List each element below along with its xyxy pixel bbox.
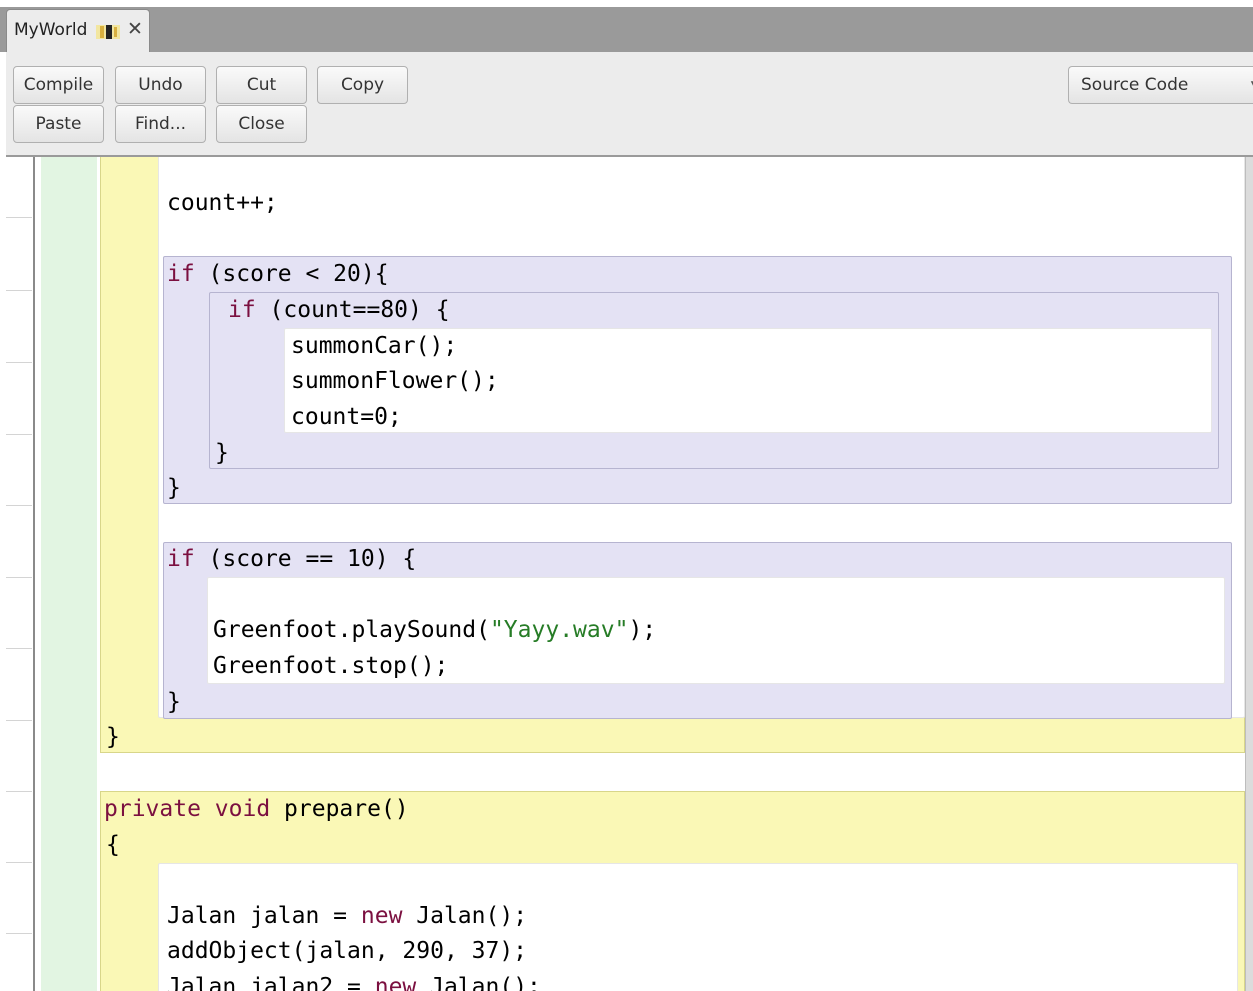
code-text: count++; <box>167 190 278 216</box>
tab-title: MyWorld <box>14 20 88 40</box>
copy-button[interactable]: Copy <box>317 66 408 104</box>
gutter-line-marker <box>6 217 32 218</box>
cut-button[interactable]: Cut <box>216 66 307 104</box>
code-line: if (score < 20){ <box>167 259 389 289</box>
keyword-token: if <box>228 297 256 323</box>
paste-button[interactable]: Paste <box>13 105 104 143</box>
vertical-scrollbar[interactable] <box>1245 157 1253 991</box>
code-line: count=0; <box>291 402 402 432</box>
compile-button[interactable]: Compile <box>13 66 104 104</box>
code-text: addObject(jalan, 290, 37); <box>167 938 528 964</box>
keyword-token: new <box>374 974 417 991</box>
code-text: Greenfoot.playSound( <box>213 617 490 643</box>
code-line: count++; <box>167 188 278 218</box>
gutter-line-marker <box>6 434 32 435</box>
undo-button[interactable]: Undo <box>115 66 206 104</box>
code-line: } <box>167 473 181 503</box>
keyword-token: if <box>167 546 195 572</box>
close-tab-icon[interactable]: ✕ <box>127 18 143 40</box>
editor-toolbar: Compile Undo Cut Copy Paste Find... Clos… <box>6 52 1253 157</box>
code-text: } <box>106 724 120 750</box>
tab-bar-top-edge <box>0 0 1253 7</box>
code-text: summonCar(); <box>291 333 458 359</box>
code-text: (score == 10) { <box>194 546 417 572</box>
gutter-line-marker <box>6 933 32 934</box>
code-text: summonFlower(); <box>291 368 499 394</box>
gutter-line-marker <box>6 577 32 578</box>
gutter-line-marker <box>6 720 32 721</box>
tab-bar: MyWorld ✕ <box>0 0 1253 52</box>
gutter-line-marker <box>6 505 32 506</box>
code-text: (score < 20){ <box>194 261 389 287</box>
find-button[interactable]: Find... <box>115 105 206 143</box>
string-token: "Yayy.wav" <box>489 617 629 643</box>
code-text: count=0; <box>291 404 402 430</box>
code-line: } <box>106 722 120 752</box>
code-line: { <box>106 830 120 860</box>
gutter-line-marker <box>6 290 32 291</box>
code-line: Jalan jalan2 = new Jalan(); <box>167 972 541 991</box>
view-mode-label: Source Code <box>1081 75 1189 95</box>
code-line: } <box>215 438 229 468</box>
class-scope-strip <box>41 157 97 991</box>
class-icon <box>96 25 120 39</box>
code-line: addObject(jalan, 290, 37); <box>167 936 527 966</box>
line-number-gutter <box>0 157 35 991</box>
code-line: if (count==80) { <box>228 295 450 325</box>
gutter-line-marker <box>6 791 32 792</box>
code-text: ); <box>628 617 657 643</box>
code-text: (count==80) { <box>255 297 450 323</box>
code-text: Jalan jalan = <box>167 903 361 929</box>
close-button[interactable]: Close <box>216 105 307 143</box>
code-line: } <box>167 687 181 717</box>
code-text: } <box>167 475 181 501</box>
code-line: summonFlower(); <box>291 366 499 396</box>
gutter-line-marker <box>6 648 32 649</box>
code-text: } <box>167 689 181 715</box>
view-mode-select[interactable]: Source Code ▼ <box>1068 66 1253 104</box>
code-line: if (score == 10) { <box>167 544 416 574</box>
code-text: } <box>215 440 229 466</box>
keyword-token: void <box>214 796 271 822</box>
code-text: Jalan(); <box>416 974 541 991</box>
gutter-line-marker <box>6 362 32 363</box>
code-text: Jalan(); <box>402 903 528 929</box>
code-line: Jalan jalan = new Jalan(); <box>167 901 527 931</box>
gutter-line-marker <box>6 862 32 863</box>
keyword-token: if <box>167 261 195 287</box>
code-text: { <box>106 832 120 858</box>
code-text: prepare() <box>270 796 409 822</box>
tab-myworld[interactable]: MyWorld ✕ <box>6 9 150 52</box>
code-editor[interactable]: count++; if (score < 20){ if (count==80)… <box>0 157 1253 991</box>
code-text: Jalan jalan2 = <box>167 974 375 991</box>
code-text: Greenfoot.stop(); <box>213 653 449 679</box>
keyword-token: new <box>360 903 403 929</box>
code-line: Greenfoot.stop(); <box>213 651 448 681</box>
code-line: private void prepare() <box>104 794 409 824</box>
code-line: summonCar(); <box>291 331 457 361</box>
keyword-token: private <box>104 796 201 822</box>
code-line: Greenfoot.playSound("Yayy.wav"); <box>213 615 656 645</box>
